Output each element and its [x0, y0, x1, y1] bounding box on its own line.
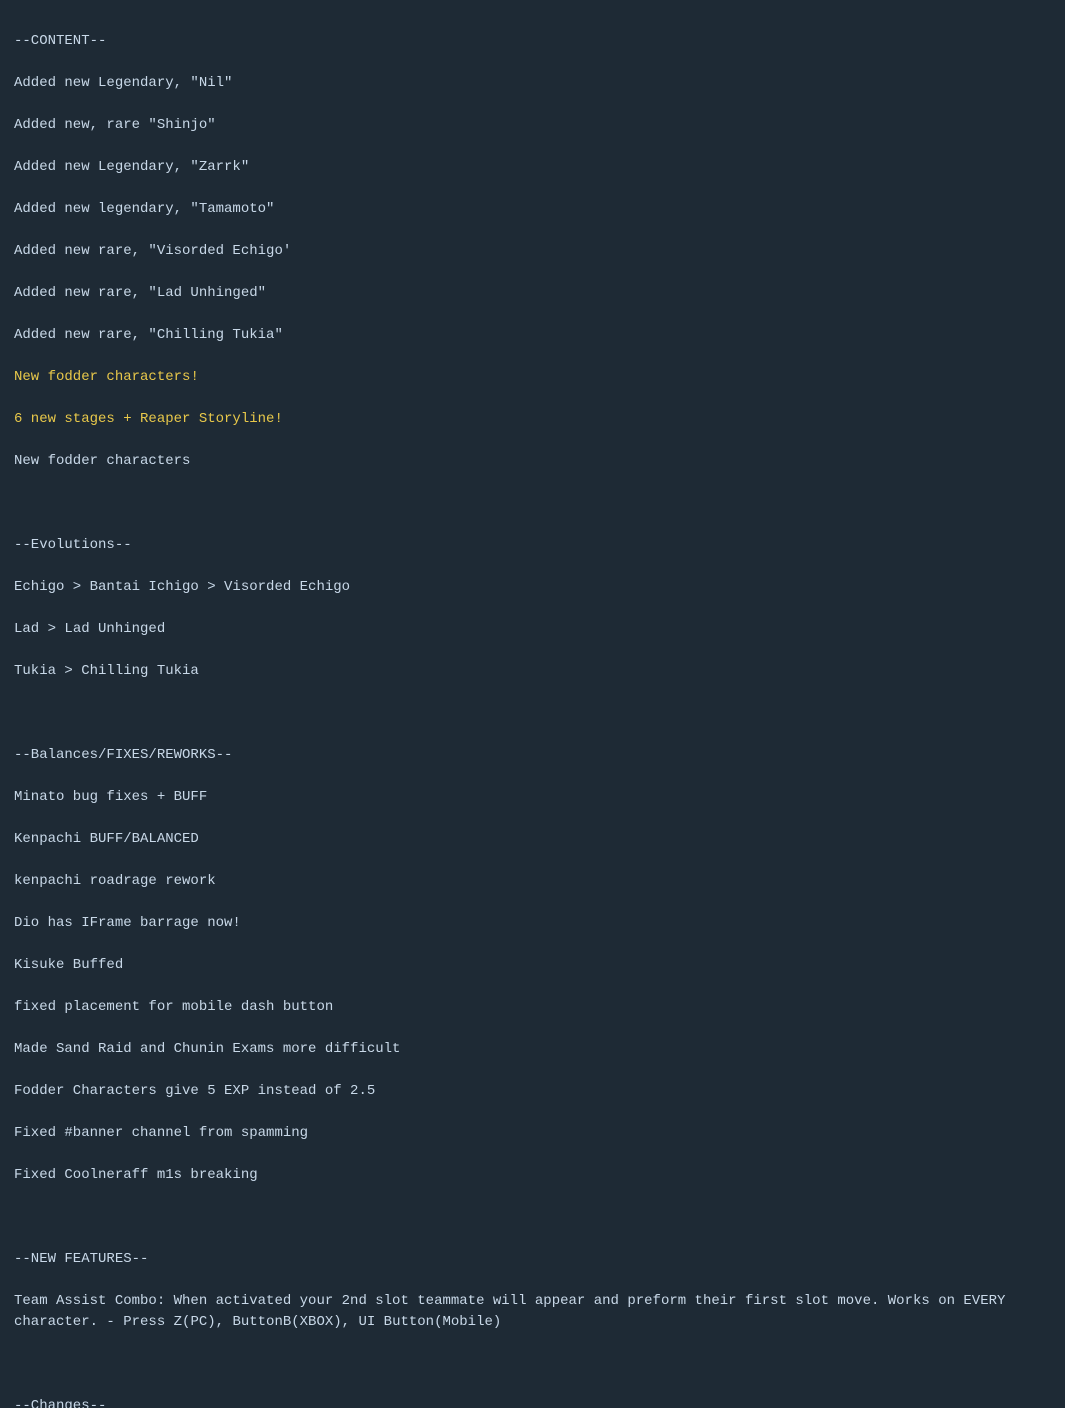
section-balances-header: --Balances/FIXES/REWORKS-- — [14, 747, 232, 763]
line-echigo-evo: Echigo > Bantai Ichigo > Visorded Echigo — [14, 579, 350, 595]
characters-label-2: characters — [106, 453, 190, 469]
line-minato: Minato bug fixes + BUFF — [14, 789, 207, 805]
line-banner: Fixed #banner channel from spamming — [14, 1125, 308, 1141]
section-new-features-header: --NEW FEATURES-- — [14, 1251, 148, 1267]
changelog-content: --CONTENT-- Added new Legendary, "Nil" A… — [14, 10, 1051, 1408]
line-chilling-tukia: Added new rare, "Chilling Tukia" — [14, 327, 283, 343]
characters-label: characters — [106, 369, 190, 385]
and-label: and — [594, 1293, 619, 1309]
line-shinjo: Added new, rare "Shinjo" — [14, 117, 216, 133]
line-tukia-evo: Tukia > Chilling Tukia — [14, 663, 199, 679]
line-kenpachi-2: kenpachi roadrage rework — [14, 873, 216, 889]
press-label: Press — [123, 1314, 165, 1330]
section-changes-header: --Changes-- — [14, 1398, 106, 1408]
line-lad-evo: Lad > Lad Unhinged — [14, 621, 165, 637]
line-coolneraff: Fixed Coolneraff m1s breaking — [14, 1167, 258, 1183]
line-new-fodder-1: New fodder characters! — [14, 369, 199, 385]
section-content-header: --CONTENT-- — [14, 33, 106, 49]
line-zarrk: Added new Legendary, "Zarrk" — [14, 159, 249, 175]
line-kisuke: Kisuke Buffed — [14, 957, 123, 973]
line-mobile-dash: fixed placement for mobile dash button — [14, 999, 333, 1015]
section-evolutions-header: --Evolutions-- — [14, 537, 132, 553]
line-new-fodder-2: New fodder characters — [14, 453, 190, 469]
lad-unhinged-label: Lad Unhinged — [64, 621, 165, 637]
line-fodder-exp: Fodder Characters give 5 EXP instead of … — [14, 1083, 375, 1099]
line-lad-unhinged: Added new rare, "Lad Unhinged" — [14, 285, 266, 301]
line-visorded: Added new rare, "Visorded Echigo' — [14, 243, 291, 259]
line-nil: Added new Legendary, "Nil" — [14, 75, 232, 91]
line-dio: Dio has IFrame barrage now! — [14, 915, 241, 931]
appear-label: appear — [535, 1293, 585, 1309]
line-team-assist: Team Assist Combo: When activated your 2… — [14, 1293, 1014, 1330]
line-kenpachi-1: Kenpachi BUFF/BALANCED — [14, 831, 199, 847]
line-stages: 6 new stages + Reaper Storyline! — [14, 411, 283, 427]
line-sand-raid: Made Sand Raid and Chunin Exams more dif… — [14, 1041, 400, 1057]
line-tamamoto: Added new legendary, "Tamamoto" — [14, 201, 274, 217]
